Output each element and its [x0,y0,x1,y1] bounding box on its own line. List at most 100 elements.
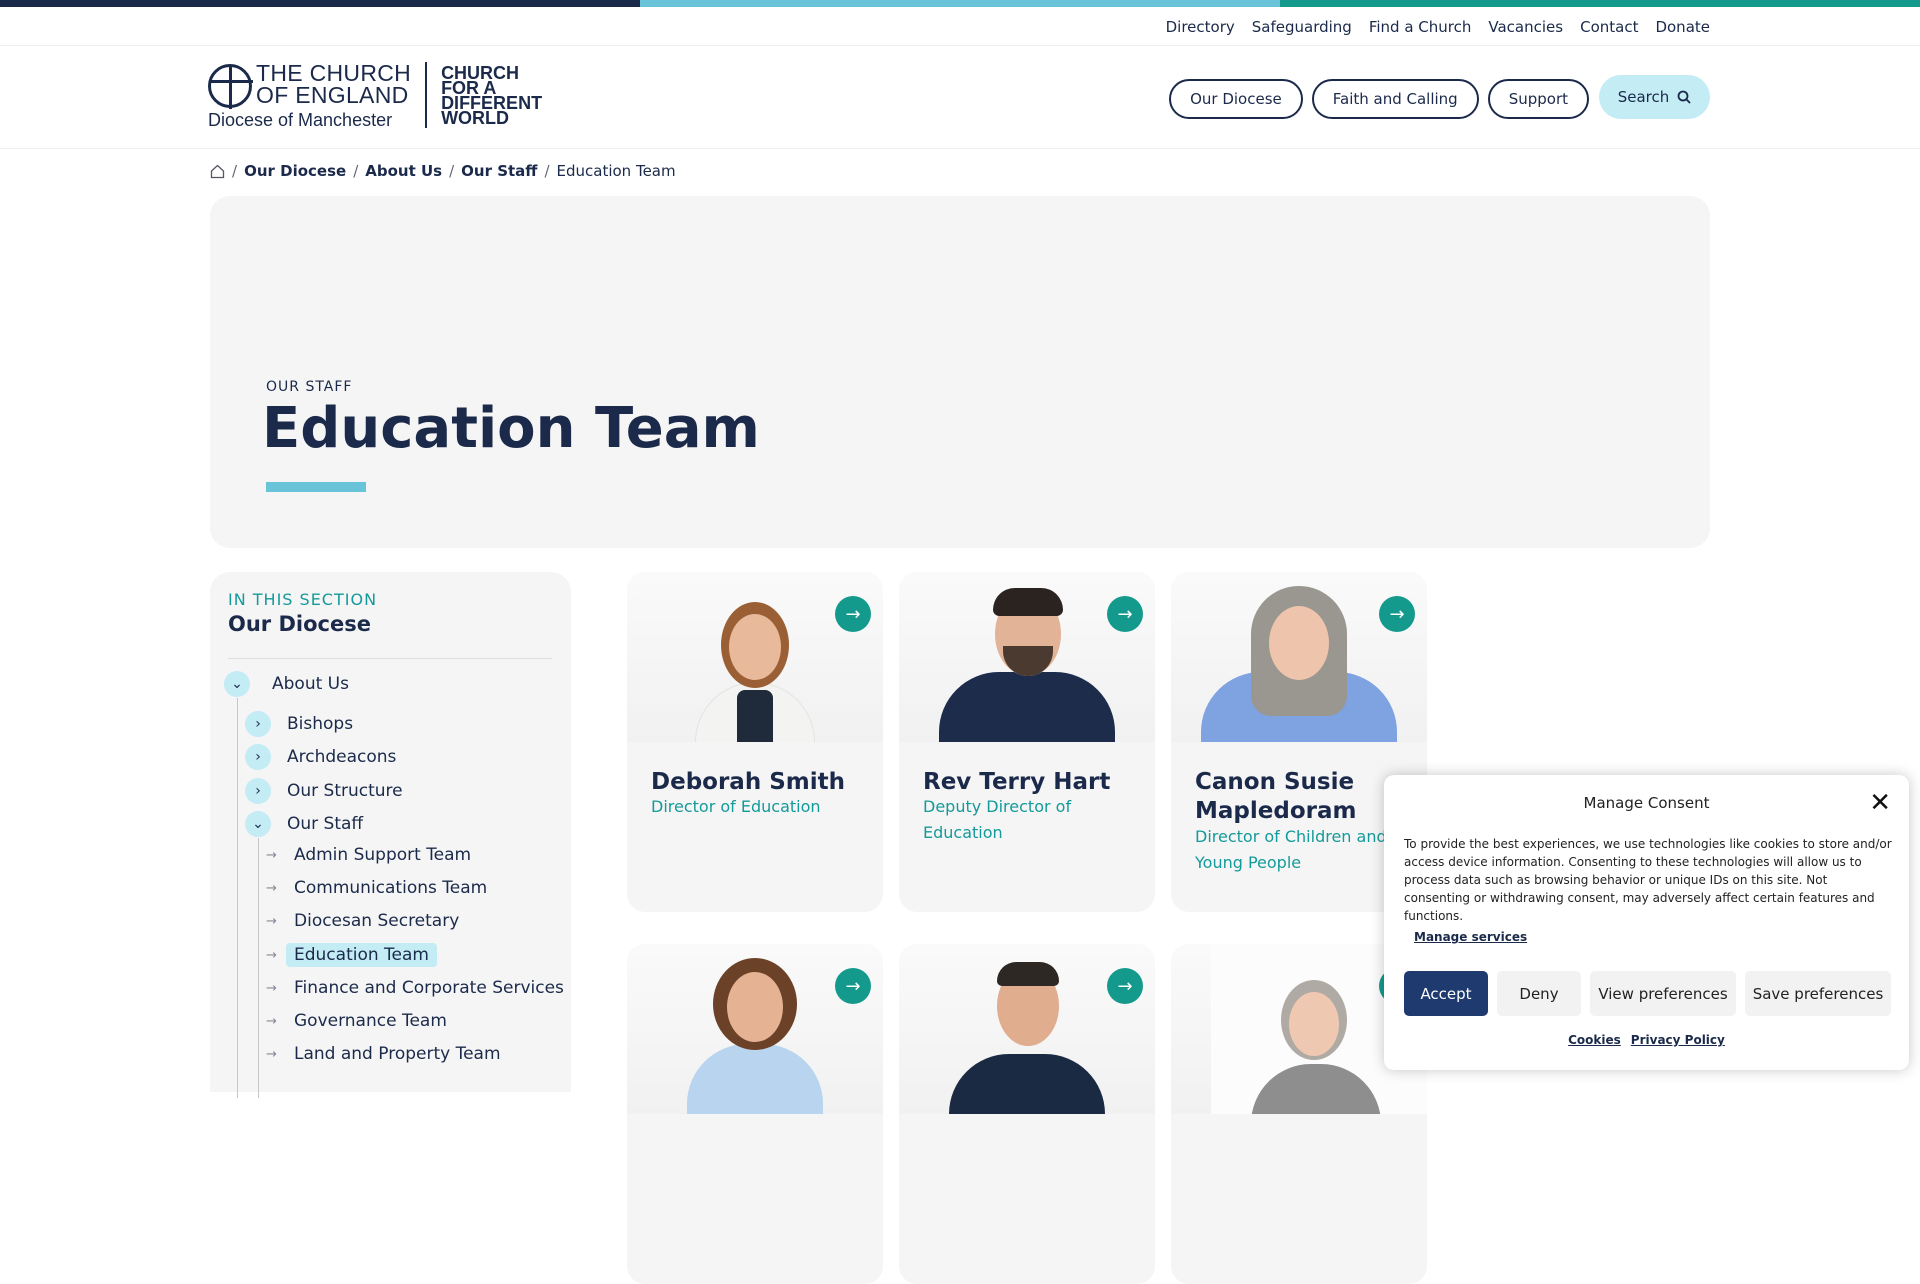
arrow-right-icon: → [266,847,277,863]
search-icon [1677,90,1691,104]
staff-name: Deborah Smith [651,769,845,795]
arrow-right-icon[interactable]: → [835,968,871,1004]
page-hero: OUR STAFF Education Team [210,196,1710,548]
sidebar-item-label: Our Staff [287,814,364,834]
utility-link-vacancies[interactable]: Vacancies [1488,18,1563,36]
breadcrumb-our-staff[interactable]: Our Staff [461,162,537,180]
arrow-right-icon: → [266,1046,277,1062]
chevron-right-icon[interactable]: › [245,744,271,770]
utility-link-contact[interactable]: Contact [1580,18,1638,36]
staff-card[interactable]: → Rev Terry Hart Deputy Director of Educ… [899,572,1155,912]
close-icon[interactable]: ✕ [1869,788,1891,818]
utility-link-find-a-church[interactable]: Find a Church [1369,18,1472,36]
sidebar-item-diocesan-secretary[interactable]: → Diocesan Secretary [266,911,459,931]
save-preferences-button[interactable]: Save preferences [1745,971,1891,1016]
privacy-policy-link[interactable]: Privacy Policy [1631,1033,1725,1047]
logo-line2: OF ENGLAND [256,82,409,108]
utility-nav: Directory Safeguarding Find a Church Vac… [1166,18,1710,36]
divider [0,45,1920,46]
site-logo[interactable]: THE CHURCH OF ENGLAND Diocese of Manches… [208,62,551,131]
divider [228,658,552,659]
sidebar-item-our-structure[interactable]: › Our Structure [245,778,403,804]
consent-text: To provide the best experiences, we use … [1404,837,1892,923]
sidebar-item-label: Land and Property Team [294,1044,501,1064]
section-sidebar: IN THIS SECTION Our Diocese ⌄ About Us ›… [210,572,571,1098]
staff-card[interactable]: → [627,944,883,1284]
sidebar-item-label: Finance and Corporate Services [294,978,564,998]
staff-name: Canon Susie Mapledoram [1195,769,1357,824]
hero-kicker: OUR STAFF [266,379,353,395]
sidebar-item-land-and-property-team[interactable]: → Land and Property Team [266,1044,501,1064]
chevron-down-icon[interactable]: ⌄ [245,811,271,837]
breadcrumb-our-diocese[interactable]: Our Diocese [244,162,346,180]
arrow-right-icon: → [266,980,277,996]
cookie-consent-dialog: Manage Consent ✕ To provide the best exp… [1384,775,1909,1070]
arrow-right-icon: → [266,1013,277,1029]
arrow-right-icon: → [266,913,277,929]
sidebar-item-finance-and-corporate-services[interactable]: → Finance and Corporate Services [266,978,564,998]
cross-logo-icon [208,64,253,109]
manage-services-link[interactable]: Manage services [1414,930,1527,944]
arrow-right-icon[interactable]: → [1379,596,1415,632]
home-icon[interactable] [210,164,225,179]
chevron-right-icon[interactable]: › [245,778,271,804]
sidebar-item-governance-team[interactable]: → Governance Team [266,1011,447,1031]
chevron-down-icon[interactable]: ⌄ [224,671,250,697]
main-nav: Our Diocese Faith and Calling Support [1169,79,1589,119]
sidebar-item-label: Communications Team [294,878,488,898]
staff-card[interactable]: → Deborah Smith Director of Education [627,572,883,912]
page-title: Education Team [262,396,760,461]
chevron-right-icon[interactable]: › [245,711,271,737]
sidebar-item-bishops[interactable]: › Bishops [245,711,353,737]
search-label: Search [1617,88,1670,106]
sidebar-item-label: Bishops [287,714,354,734]
sidebar-item-communications-team[interactable]: → Communications Team [266,878,487,898]
view-preferences-button[interactable]: View preferences [1590,971,1736,1016]
sidebar-item-label: Diocesan Secretary [294,911,460,931]
sidebar-item-label: Our Structure [287,781,403,801]
accept-button[interactable]: Accept [1404,971,1488,1016]
breadcrumb: / Our Diocese / About Us / Our Staff / E… [210,162,676,180]
sidebar-item-label: Governance Team [294,1011,447,1031]
sidebar-item-label: Admin Support Team [294,845,472,865]
staff-name: Rev Terry Hart [923,769,1111,795]
sidebar-item-education-team[interactable]: → Education Team [266,943,437,967]
staff-card[interactable]: → [899,944,1155,1284]
section-name[interactable]: Our Diocese [228,612,371,636]
arrow-right-icon: → [266,880,277,896]
sidebar-item-admin-support-team[interactable]: → Admin Support Team [266,845,471,865]
sidebar-item-our-staff[interactable]: ⌄ Our Staff [245,811,363,837]
utility-link-donate[interactable]: Donate [1655,18,1710,36]
sidebar-item-about-us[interactable]: ⌄ About Us [224,671,349,697]
staff-role: Director of Education [651,797,821,816]
sidebar-item-label: Education Team [286,943,437,967]
logo-separator [425,62,428,128]
logo-diocese: Diocese of Manchester [208,110,393,130]
title-underline [266,482,366,492]
arrow-right-icon[interactable]: → [1107,968,1143,1004]
consent-links: Cookies Privacy Policy [1384,1033,1909,1047]
staff-role: Director of Children and Young People [1195,827,1387,872]
search-button[interactable]: Search [1599,75,1710,119]
sidebar-item-archdeacons[interactable]: › Archdeacons [245,744,396,770]
breadcrumb-about-us[interactable]: About Us [365,162,442,180]
utility-link-safeguarding[interactable]: Safeguarding [1252,18,1352,36]
arrow-right-icon[interactable]: → [1107,596,1143,632]
utility-link-directory[interactable]: Directory [1166,18,1235,36]
top-color-bar [0,0,1920,7]
nav-faith-and-calling[interactable]: Faith and Calling [1311,79,1479,119]
staff-role: Deputy Director of Education [923,797,1072,842]
sidebar-item-label: Archdeacons [287,747,397,767]
arrow-right-icon[interactable]: → [835,596,871,632]
sidebar-item-label: About Us [272,674,349,694]
deny-button[interactable]: Deny [1497,971,1581,1016]
logo-line1: THE CHURCH [256,60,412,86]
nav-support[interactable]: Support [1487,79,1589,119]
divider [0,148,1920,149]
breadcrumb-current: Education Team [556,162,676,180]
nav-our-diocese[interactable]: Our Diocese [1169,79,1303,119]
section-label: IN THIS SECTION [228,590,378,609]
consent-title: Manage Consent [1583,794,1710,812]
arrow-right-icon: → [266,947,277,963]
cookies-link[interactable]: Cookies [1568,1033,1621,1047]
